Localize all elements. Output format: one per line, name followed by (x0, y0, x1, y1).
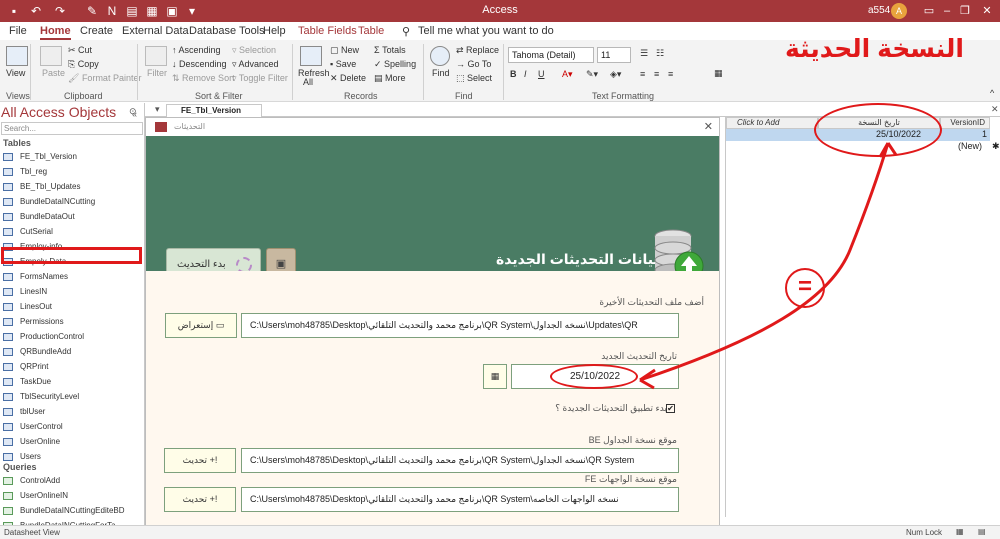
datasheet-view-icon[interactable]: ▦ (956, 527, 964, 536)
status-numlock: Num Lock (906, 528, 943, 537)
annotation-arrows (639, 142, 898, 390)
status-view: Datasheet View (4, 528, 60, 537)
design-view-icon[interactable]: ▤ (978, 527, 986, 536)
access-window: ▪ ↶ ↷ ✎ N ▤ ▦ ▣ ▾ Access a554 A ▭ – ❐ ✕ … (0, 0, 1000, 539)
status-bar: Datasheet View Num Lock ▦ ▤ (0, 525, 1000, 539)
